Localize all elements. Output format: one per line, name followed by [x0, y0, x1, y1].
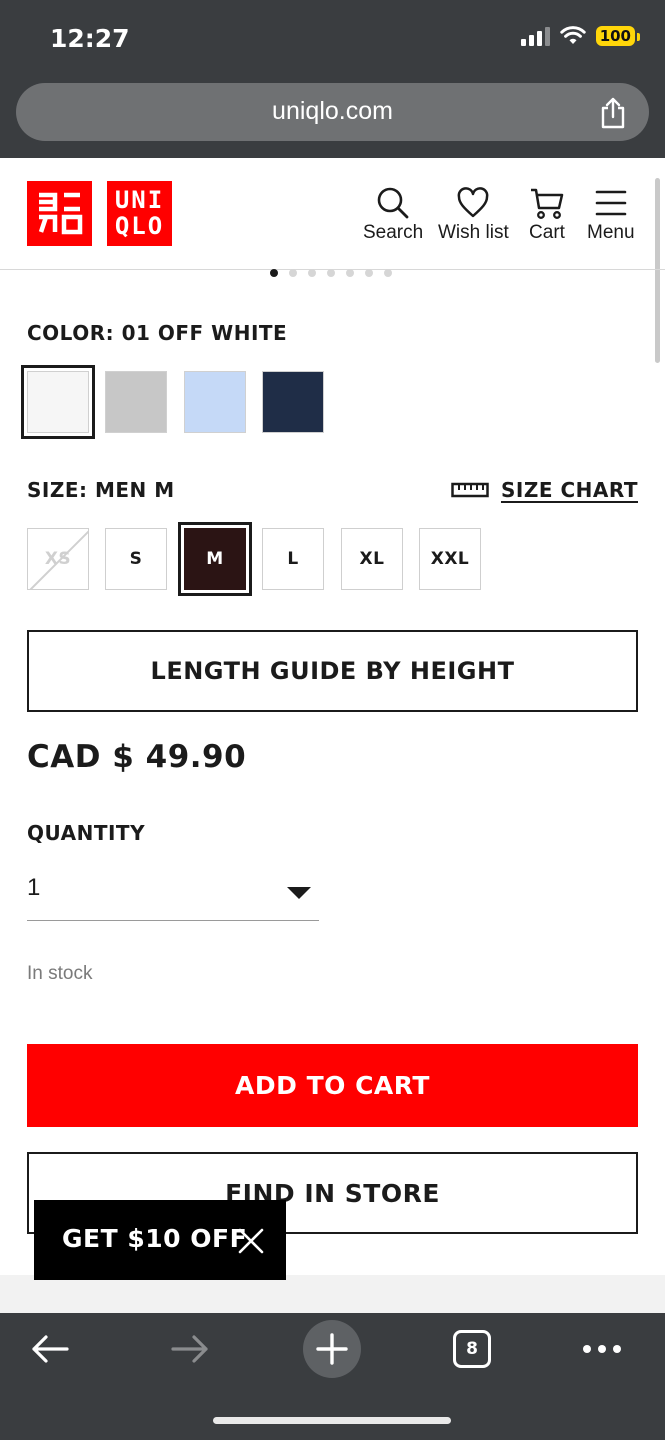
share-icon[interactable]: [599, 97, 627, 129]
signal-icon: [520, 26, 550, 46]
katakana-logo-icon: [38, 192, 83, 235]
color-swatch-blue[interactable]: [184, 371, 246, 433]
stock-status: In stock: [27, 963, 93, 984]
status-time: 12:27: [50, 24, 130, 53]
size-label: SIZE: MEN M: [27, 478, 175, 502]
carousel-dot[interactable]: [308, 269, 316, 277]
battery-indicator: 100: [595, 26, 641, 46]
carousel-dots: [270, 269, 392, 277]
length-guide-button[interactable]: LENGTH GUIDE BY HEIGHT: [27, 630, 638, 712]
carousel-dot[interactable]: [346, 269, 354, 277]
url-text: uniqlo.com: [272, 97, 393, 125]
browser-bottom-bar: 8: [0, 1313, 665, 1440]
size-option-l[interactable]: L: [262, 528, 324, 590]
size-option-xxl[interactable]: XXL: [419, 528, 481, 590]
url-bar[interactable]: uniqlo.com: [16, 83, 649, 141]
size-option-s[interactable]: S: [105, 528, 167, 590]
heart-icon: [457, 187, 489, 218]
more-options-icon[interactable]: [582, 1343, 622, 1355]
search-icon: [377, 187, 409, 219]
wifi-icon: [559, 26, 586, 44]
carousel-dot[interactable]: [365, 269, 373, 277]
ruler-icon: [451, 482, 489, 498]
size-chart-label: SIZE CHART: [500, 478, 638, 502]
color-label: COLOR: 01 OFF WHITE: [27, 321, 288, 345]
close-icon[interactable]: [238, 1228, 264, 1254]
product-price: CAD $ 49.90: [27, 739, 247, 775]
uniqlo-logo-text: UNI QLO: [114, 186, 165, 240]
nav-menu-label: Menu: [587, 222, 635, 243]
nav-search-label: Search: [363, 222, 424, 243]
back-arrow-icon[interactable]: [30, 1333, 70, 1365]
tab-switcher-button[interactable]: 8: [453, 1330, 491, 1368]
uniqlo-logo[interactable]: UNI QLO: [107, 181, 172, 246]
nav-wish-list[interactable]: Wish list: [438, 186, 509, 244]
size-chart-link[interactable]: SIZE CHART: [451, 478, 638, 502]
nav-cart-label: Cart: [529, 222, 565, 243]
nav-menu[interactable]: Menu: [587, 186, 635, 244]
size-option-xl[interactable]: XL: [341, 528, 403, 590]
nav-wish-list-label: Wish list: [438, 222, 509, 243]
add-to-cart-button[interactable]: ADD TO CART: [27, 1044, 638, 1127]
site-header: UNI QLO Search Wish list Cart Menu: [0, 158, 665, 270]
carousel-dot[interactable]: [270, 269, 278, 277]
forward-arrow-icon[interactable]: [170, 1333, 210, 1365]
promo-text: GET $10 OFF: [62, 1224, 248, 1253]
cart-icon: [531, 188, 564, 219]
carousel-dot[interactable]: [327, 269, 335, 277]
uniqlo-logo-katakana[interactable]: [27, 181, 92, 246]
carousel-dot[interactable]: [384, 269, 392, 277]
caret-down-icon: [287, 887, 311, 899]
promo-banner[interactable]: GET $10 OFF: [34, 1200, 286, 1280]
size-option-m[interactable]: M: [178, 522, 252, 596]
quantity-label: QUANTITY: [27, 821, 146, 845]
quantity-select[interactable]: 1: [27, 866, 319, 921]
browser-top-bar: 12:27 100 uniqlo.com: [0, 0, 665, 158]
color-swatch-navy[interactable]: [262, 371, 324, 433]
new-tab-button[interactable]: [303, 1320, 361, 1378]
status-icons: 100: [520, 26, 641, 46]
nav-cart[interactable]: Cart: [529, 186, 565, 244]
nav-search[interactable]: Search: [363, 186, 423, 244]
home-indicator[interactable]: [213, 1417, 451, 1424]
menu-icon: [595, 190, 627, 216]
product-page: UNI QLO Search Wish list Cart Menu COLOR…: [0, 158, 665, 1275]
color-swatch-off-white[interactable]: [21, 365, 95, 439]
color-swatch-gray[interactable]: [105, 371, 167, 433]
quantity-value: 1: [27, 874, 41, 901]
plus-icon: [316, 1333, 348, 1365]
size-option-xs[interactable]: XS: [27, 528, 89, 590]
carousel-dot[interactable]: [289, 269, 297, 277]
